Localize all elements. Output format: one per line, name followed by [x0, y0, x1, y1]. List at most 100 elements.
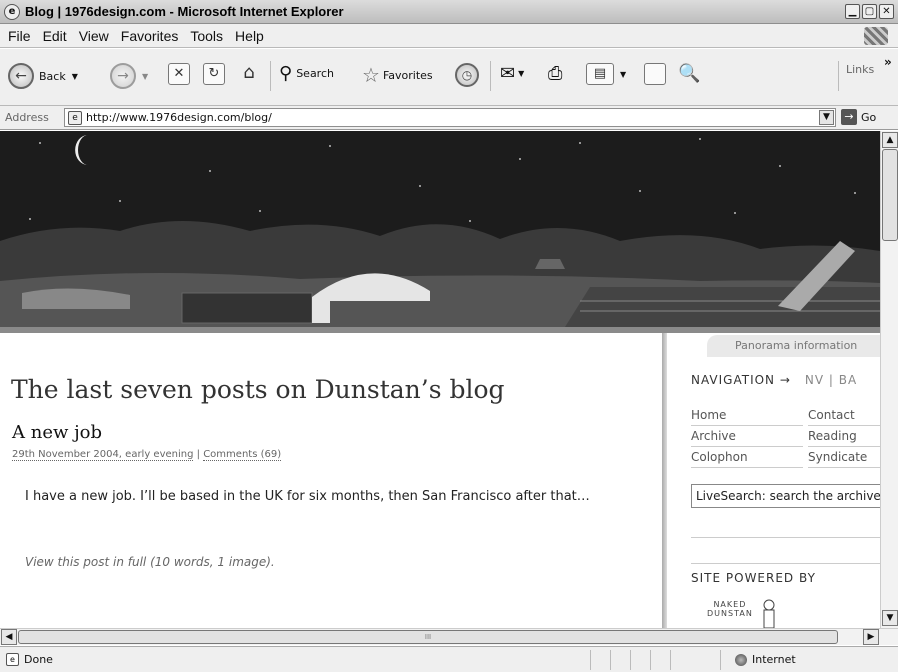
- sidebar: Panorama information NAVIGATION → NV | BA…: [667, 333, 880, 628]
- mail-icon: ✉: [500, 63, 516, 84]
- page-status-icon: e: [6, 653, 19, 666]
- page-icon: e: [68, 110, 82, 125]
- mail-button[interactable]: ✉ ▼: [500, 63, 524, 84]
- comments-link[interactable]: Comments (69): [203, 449, 282, 461]
- maximize-button[interactable]: ▢: [862, 4, 877, 19]
- go-label: Go: [861, 110, 877, 124]
- zone-label: Internet: [752, 653, 796, 666]
- meta-separator: |: [193, 449, 204, 460]
- back-arrow-icon: ←: [8, 63, 34, 89]
- post-meta: 29th November 2004, early evening | Comm…: [12, 449, 282, 461]
- divider: [691, 537, 880, 538]
- naked-dunstan-figure-icon: [763, 599, 775, 628]
- discuss-icon[interactable]: [644, 63, 666, 85]
- forward-arrow-icon: →: [110, 63, 136, 89]
- chevron-down-icon[interactable]: ▼: [819, 110, 834, 125]
- menu-edit[interactable]: Edit: [43, 28, 67, 44]
- search-button[interactable]: ⚲ Search: [279, 63, 334, 84]
- status-bar: e Done Internet: [0, 646, 898, 672]
- view-full-post-link[interactable]: View this post in full (10 words, 1 imag…: [25, 555, 275, 569]
- title-bar: e Blog | 1976design.com - Microsoft Inte…: [0, 0, 898, 24]
- minimize-button[interactable]: ▁: [845, 4, 860, 19]
- stop-icon[interactable]: ✕: [168, 63, 190, 85]
- research-icon[interactable]: 🔍: [678, 63, 700, 84]
- print-icon[interactable]: ⎙: [548, 63, 562, 84]
- post-date-link[interactable]: 29th November 2004, early evening: [12, 449, 194, 461]
- navigation-title: NAVIGATION →: [691, 373, 791, 387]
- favorites-button[interactable]: ☆ Favorites: [362, 63, 433, 87]
- menu-bar: File Edit View Favorites Tools Help: [0, 24, 898, 48]
- search-icon: ⚲: [279, 63, 293, 84]
- menu-help[interactable]: Help: [235, 28, 264, 44]
- standard-toolbar: ← Back ▼ → ▼ ✕ ↻ ⌂ ⚲ Search ☆ Favorites …: [0, 49, 898, 106]
- window-title: Blog | 1976design.com - Microsoft Intern…: [25, 4, 344, 19]
- forward-button[interactable]: → ▼: [110, 63, 148, 89]
- horizontal-scrollbar[interactable]: ◀ III ▶: [0, 628, 898, 645]
- page-title: The last seven posts on Dunstan’s blog: [11, 375, 505, 404]
- nav-link-home[interactable]: Home: [691, 405, 803, 426]
- panorama-info-tab[interactable]: Panorama information: [707, 335, 880, 357]
- powered-by-heading: SITE POWERED BY: [691, 571, 816, 585]
- status-cell: [630, 650, 648, 670]
- star-icon: ☆: [362, 63, 380, 87]
- nav-link-archive[interactable]: Archive: [691, 426, 803, 447]
- chevron-down-icon: ▼: [142, 71, 149, 81]
- main-column: The last seven posts on Dunstan’s blog A…: [0, 333, 662, 628]
- menu-file[interactable]: File: [8, 28, 31, 44]
- nav-link-reading[interactable]: Reading: [808, 426, 880, 447]
- panorama-banner: [0, 131, 880, 327]
- scroll-down-button[interactable]: ▼: [882, 610, 898, 626]
- vertical-scroll-thumb[interactable]: [882, 149, 898, 241]
- close-button[interactable]: ✕: [879, 4, 894, 19]
- nav-link-contact[interactable]: Contact: [808, 405, 880, 426]
- logo-text: NAKED DUNSTAN: [707, 600, 753, 618]
- post-title-link[interactable]: A new job: [12, 422, 102, 443]
- chevron-down-icon: ▼: [71, 71, 78, 81]
- ie-icon: e: [4, 3, 20, 20]
- status-cell: [610, 650, 628, 670]
- livesearch-input[interactable]: LiveSearch: search the archive: [691, 484, 880, 508]
- post-excerpt: I have a new job. I’ll be based in the U…: [25, 489, 590, 504]
- address-url: http://www.1976design.com/blog/: [86, 111, 272, 124]
- nav-link-syndicate[interactable]: Syndicate: [808, 447, 880, 468]
- vertical-scrollbar[interactable]: ▲ ▼: [880, 131, 898, 628]
- back-label: Back: [39, 69, 66, 83]
- refresh-icon[interactable]: ↻: [203, 63, 225, 85]
- back-button[interactable]: ← Back ▼: [8, 63, 78, 89]
- address-input[interactable]: e http://www.1976design.com/blog/ ▼: [64, 108, 836, 127]
- go-button[interactable]: → Go: [841, 109, 876, 125]
- address-label: Address: [5, 111, 49, 124]
- globe-icon: [735, 653, 747, 666]
- favorites-label: Favorites: [382, 68, 433, 82]
- menu-tools[interactable]: Tools: [190, 28, 223, 44]
- scroll-right-button[interactable]: ▶: [863, 629, 879, 645]
- divider: [691, 563, 880, 564]
- security-zone: Internet: [735, 653, 796, 666]
- chevron-down-icon: ▼: [620, 69, 627, 79]
- nav-link-colophon[interactable]: Colophon: [691, 447, 803, 468]
- navigation-heading: NAVIGATION → NV | BA: [691, 373, 857, 387]
- scroll-left-button[interactable]: ◀: [1, 629, 17, 645]
- search-label: Search: [296, 67, 334, 80]
- menu-favorites[interactable]: Favorites: [121, 28, 179, 44]
- status-cell: [670, 650, 688, 670]
- windows-logo-icon: [864, 27, 888, 45]
- home-icon[interactable]: ⌂: [238, 63, 260, 85]
- status-cell: [650, 650, 668, 670]
- navigation-toggle[interactable]: NV | BA: [805, 373, 857, 387]
- scroll-up-button[interactable]: ▲: [882, 132, 898, 148]
- horizontal-scroll-thumb[interactable]: III: [18, 630, 838, 644]
- toolbar-overflow-icon[interactable]: »: [884, 55, 892, 69]
- edit-button[interactable]: ▤ ▼: [586, 63, 626, 85]
- status-text: Done: [24, 653, 53, 666]
- address-bar: Address e http://www.1976design.com/blog…: [0, 106, 898, 130]
- chevron-down-icon: ▼: [518, 69, 525, 78]
- menu-view[interactable]: View: [79, 28, 109, 44]
- window-controls: ▁ ▢ ✕: [845, 4, 894, 19]
- status-cell: [590, 650, 608, 670]
- go-arrow-icon: →: [841, 109, 857, 125]
- history-icon[interactable]: ◷: [455, 63, 479, 87]
- page-viewport: The last seven posts on Dunstan’s blog A…: [0, 131, 880, 628]
- naked-dunstan-logo[interactable]: NAKED DUNSTAN: [707, 600, 753, 618]
- links-label[interactable]: Links: [846, 63, 874, 76]
